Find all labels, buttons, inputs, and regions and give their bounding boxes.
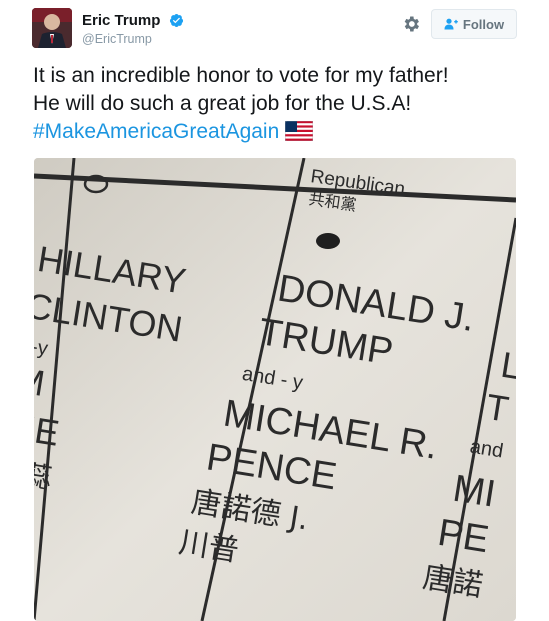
vp-name: MI	[450, 468, 498, 516]
hashtag-link[interactable]: #MakeAmericaGreatAgain	[33, 120, 279, 143]
verified-badge-icon	[169, 14, 183, 28]
follow-label: Follow	[462, 16, 505, 32]
follow-user-icon	[444, 18, 458, 30]
user-handle[interactable]: @EricTrump	[82, 32, 184, 46]
filled-bubble	[316, 233, 340, 249]
follow-button[interactable]: Follow	[431, 9, 517, 39]
tweet-text: It is an incredible honor to vote for my…	[33, 62, 513, 146]
tweet: Eric Trump @EricTrump Follow It is an in…	[0, 0, 549, 621]
tweet-photo[interactable]: Republican 共和黨 HILLARY CLINTON d-y M INE…	[34, 158, 516, 621]
vp-name: PE	[435, 512, 492, 561]
gear-icon[interactable]	[401, 14, 421, 34]
ballot-image: Republican 共和黨 HILLARY CLINTON d-y M INE…	[34, 158, 516, 621]
tweet-text-line: It is an incredible honor to vote for my…	[33, 64, 449, 87]
user-info: Eric Trump @EricTrump	[82, 12, 184, 46]
avatar[interactable]	[32, 8, 72, 48]
tweet-text-line: He will do such a great job for the U.S.…	[33, 92, 412, 115]
display-name[interactable]: Eric Trump	[82, 12, 160, 29]
us-flag-icon	[285, 121, 314, 141]
